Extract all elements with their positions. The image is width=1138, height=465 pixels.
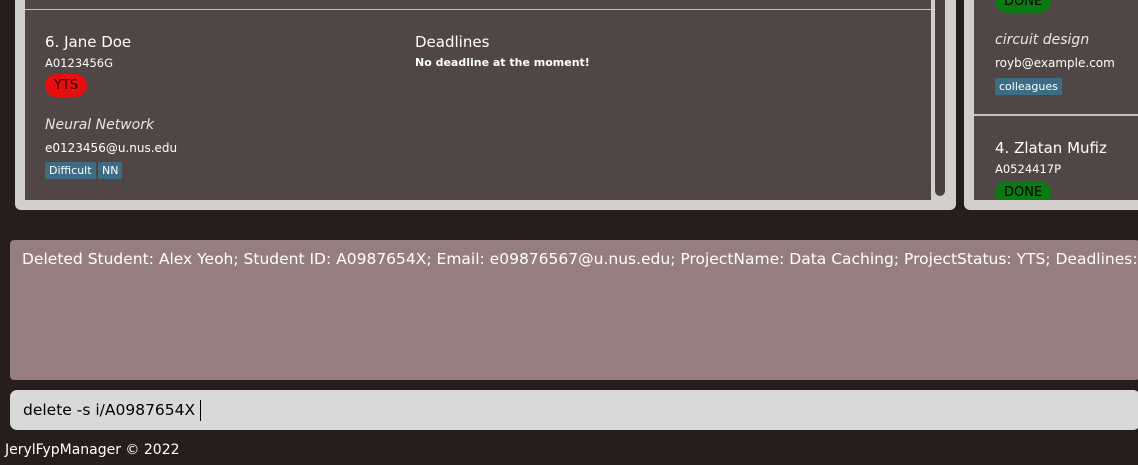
status-badge: DONE <box>995 0 1052 13</box>
project-name: circuit design <box>995 32 1090 48</box>
result-display[interactable]: Deleted Student: Alex Yeoh; Student ID: … <box>10 240 1138 380</box>
student-list-scrollbar[interactable] <box>931 0 949 200</box>
list-divider <box>25 9 931 10</box>
student-id: A0524417P <box>995 162 1062 176</box>
secondary-list-panel: DONE circuit design royb@example.com col… <box>964 0 1138 210</box>
tag-nn: NN <box>98 162 123 179</box>
student-email: royb@example.com <box>995 56 1115 70</box>
tag-difficult: Difficult <box>45 162 96 179</box>
command-box[interactable] <box>10 390 1138 430</box>
deadlines-empty-message: No deadline at the moment! <box>415 56 590 69</box>
command-input[interactable] <box>10 390 1138 430</box>
student-list-panel: 6. Jane Doe A0123456G YTS Neural Network… <box>15 0 956 210</box>
student-email: e0123456@u.nus.edu <box>45 141 178 155</box>
student-name: 6. Jane Doe <box>45 33 132 51</box>
text-caret <box>200 400 201 421</box>
secondary-list[interactable]: DONE circuit design royb@example.com col… <box>974 0 1138 200</box>
deadlines-heading: Deadlines <box>415 33 490 51</box>
tag-colleagues: colleagues <box>995 78 1062 95</box>
project-name: Neural Network <box>45 117 155 133</box>
status-badge: DONE <box>995 181 1052 200</box>
status-badge: YTS <box>45 74 88 97</box>
status-bar-footer: JerylFypManager © 2022 <box>5 442 180 458</box>
student-list[interactable]: 6. Jane Doe A0123456G YTS Neural Network… <box>25 0 931 200</box>
student-id: A0123456G <box>45 56 113 70</box>
student-name: 4. Zlatan Mufiz <box>995 139 1107 157</box>
list-divider <box>974 114 1138 116</box>
result-message: Deleted Student: Alex Yeoh; Student ID: … <box>22 250 1138 268</box>
scrollbar-thumb[interactable] <box>935 0 945 196</box>
